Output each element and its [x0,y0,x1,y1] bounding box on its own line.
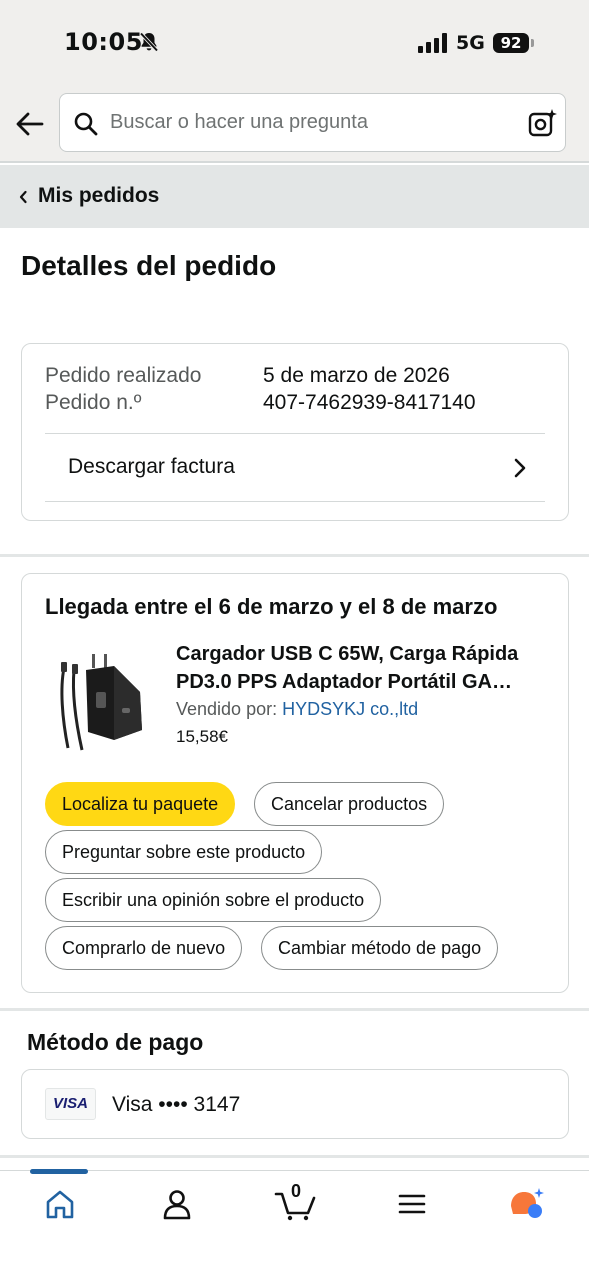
home-icon[interactable] [40,1186,80,1222]
bottom-nav: 0 [0,1169,589,1280]
track-package-button[interactable]: Localiza tu paquete [45,782,236,826]
network-type: 5G [456,32,485,54]
seller-prefix: Vendido por: [176,699,283,719]
section-separator [0,1155,589,1158]
active-tab-indicator [30,1169,88,1174]
camera-lens-icon[interactable] [528,108,558,138]
seller-link[interactable]: HYDSYKJ co.,ltd [282,699,418,719]
status-time: 10:05 [64,28,143,56]
write-review-button[interactable]: Escribir una opinión sobre el producto [45,878,382,922]
bell-muted-icon [139,32,159,52]
breadcrumb[interactable]: Mis pedidos [0,165,589,228]
search-input[interactable] [110,94,510,151]
delivery-estimate: Llegada entre el 6 de marzo y el 8 de ma… [45,594,498,619]
product-title[interactable]: Cargador USB C 65W, Carga Rápida PD3.0 P… [176,640,548,696]
cart-count-badge: 0 [291,1181,302,1201]
rufus-assistant-icon[interactable] [507,1186,547,1222]
chevron-right-icon [514,458,526,478]
status-bar: 10:05 5G 92 [0,0,589,88]
seller-info: Vendido por: HYDSYKJ co.,ltd [176,699,418,720]
download-invoice-label[interactable]: Descargar factura [68,455,235,479]
page-title: Detalles del pedido [21,250,277,281]
battery-level: 92 [500,34,522,52]
buy-again-button[interactable]: Comprarlo de nuevo [45,926,243,970]
divider [45,501,545,502]
product-title-line2[interactable]: PD3.0 PPS Adaptador Portátil GA… [176,668,548,696]
back-arrow-icon[interactable] [14,108,46,140]
search-icon [74,112,98,136]
section-separator [0,554,589,557]
ask-product-question-button[interactable]: Preguntar sobre este producto [45,830,323,874]
chevron-left-icon [19,190,27,204]
download-invoice-row[interactable]: Descargar factura [45,435,545,501]
battery-tip [531,39,534,47]
breadcrumb-label[interactable]: Mis pedidos [38,184,159,208]
battery-icon: 92 [493,33,529,53]
search-header [0,88,589,163]
order-number-value: 407-7462939-8417140 [263,391,476,414]
shipment-card: Llegada entre el 6 de marzo y el 8 de ma… [21,573,569,993]
order-date-label: Pedido realizado [45,364,202,387]
search-box[interactable] [59,93,566,152]
order-date-value: 5 de marzo de 2026 [263,364,450,387]
visa-card-logo: VISA [45,1088,96,1120]
cell-signal-icon [418,33,447,53]
payment-method-title: Método de pago [27,1029,204,1055]
change-payment-button[interactable]: Cambiar método de pago [261,926,499,970]
menu-icon[interactable] [392,1186,432,1222]
section-separator [0,1008,589,1011]
order-number-label: Pedido n.º [45,391,142,414]
divider [45,433,545,434]
payment-method-card: VISA Visa •••• 3147 [21,1069,569,1139]
cancel-items-button[interactable]: Cancelar productos [254,782,445,826]
card-description: Visa •••• 3147 [112,1093,241,1116]
order-info-card: Pedido realizado 5 de marzo de 2026 Pedi… [21,343,569,521]
product-title-line1[interactable]: Cargador USB C 65W, Carga Rápida [176,640,548,668]
product-image[interactable] [52,648,148,752]
account-icon[interactable] [157,1186,197,1222]
product-price: 15,58€ [176,727,228,746]
